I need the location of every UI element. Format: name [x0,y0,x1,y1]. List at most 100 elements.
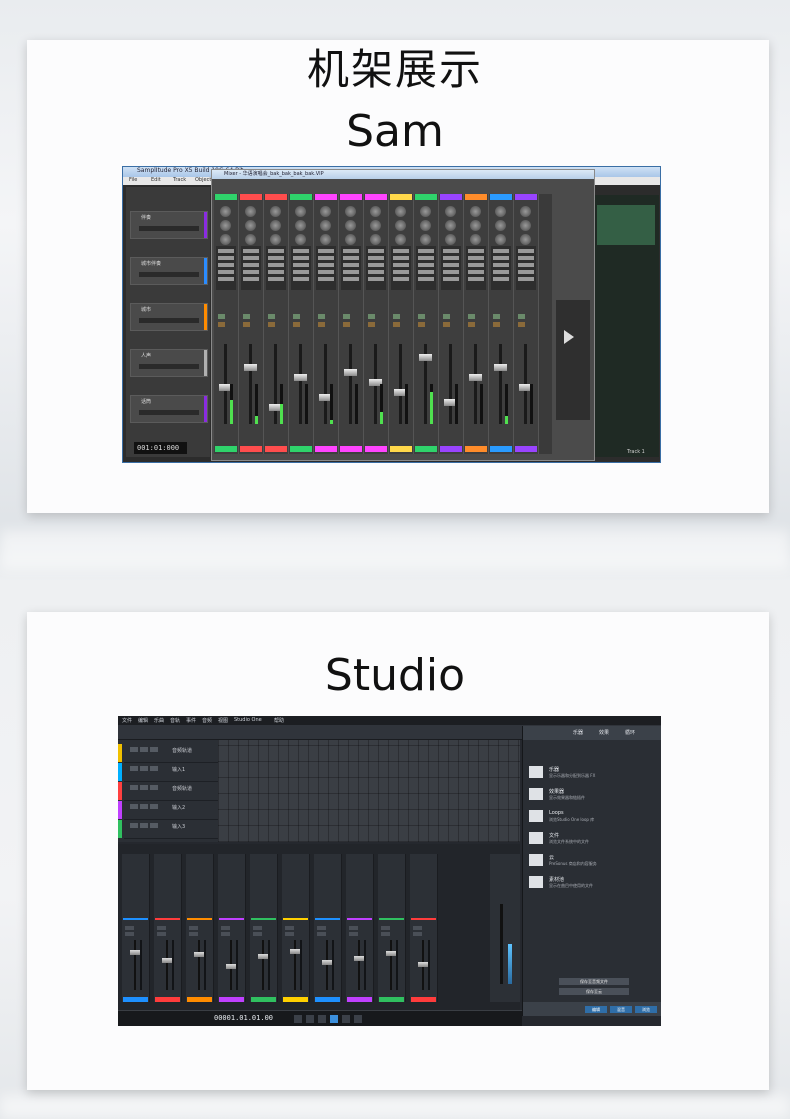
insert-slot[interactable] [468,249,484,253]
insert-button[interactable] [317,926,326,930]
insert-slot[interactable] [393,256,409,260]
sam-track[interactable]: 话筒 [130,395,208,423]
insert-slot[interactable] [443,277,459,281]
track-volume-slider[interactable] [139,410,199,415]
studio-menu-item[interactable]: 音频 [202,717,212,724]
knob-icon[interactable] [370,206,381,217]
insert-slot[interactable] [318,270,334,274]
insert-slots[interactable] [441,246,461,290]
knob-icon[interactable] [420,206,431,217]
track-button[interactable] [130,804,138,809]
insert-slots[interactable] [366,246,386,290]
stop-icon[interactable] [318,1015,326,1023]
fader-cap[interactable] [418,962,428,967]
fader-cap[interactable] [258,954,268,959]
knob-icon[interactable] [220,206,231,217]
insert-slot[interactable] [368,249,384,253]
solo-button[interactable] [518,322,525,327]
knob-icon[interactable] [470,206,481,217]
rewind-icon[interactable] [294,1015,302,1023]
studio-menu-item[interactable]: 视图 [218,717,228,724]
insert-button[interactable] [253,926,262,930]
browser-item[interactable]: 素材池 显示在曲目中使用的文件 [529,874,657,894]
mute-button[interactable] [518,314,525,319]
insert-slots[interactable] [466,246,486,290]
insert-slot[interactable] [318,277,334,281]
mute-button[interactable] [468,314,475,319]
insert-slot[interactable] [218,249,234,253]
knob-icon[interactable] [470,220,481,231]
solo-button[interactable] [293,322,300,327]
channel-fader[interactable] [134,940,136,990]
channel-fader[interactable] [474,344,477,424]
channel-fader[interactable] [499,344,502,424]
channel-header[interactable] [390,194,412,200]
sam-menu-item[interactable]: File [129,177,137,183]
send-button[interactable] [381,932,390,936]
send-button[interactable] [317,932,326,936]
studio-menu-item[interactable]: 乐曲 [154,717,164,724]
insert-slot[interactable] [343,270,359,274]
insert-slot[interactable] [268,277,284,281]
insert-slot[interactable] [468,277,484,281]
knob-icon[interactable] [370,234,381,245]
track-button[interactable] [140,747,148,752]
insert-slot[interactable] [343,256,359,260]
send-button[interactable] [189,932,198,936]
insert-slot[interactable] [268,263,284,267]
insert-slot[interactable] [318,256,334,260]
mute-button[interactable] [318,314,325,319]
insert-slot[interactable] [343,263,359,267]
knob-icon[interactable] [245,206,256,217]
mute-button[interactable] [243,314,250,319]
knob-icon[interactable] [470,234,481,245]
knob-icon[interactable] [445,206,456,217]
insert-slot[interactable] [293,256,309,260]
fader-cap[interactable] [162,958,172,963]
track-button[interactable] [150,747,158,752]
browser-save-audio-button[interactable]: 保存至音频文件 [559,978,629,985]
insert-slot[interactable] [418,277,434,281]
browser-tab[interactable]: 乐器 [573,729,583,736]
insert-slot[interactable] [343,277,359,281]
fader-cap[interactable] [244,364,257,371]
insert-slot[interactable] [493,263,509,267]
track-volume-slider[interactable] [139,272,199,277]
solo-button[interactable] [393,322,400,327]
browser-save-cloud-button[interactable]: 保存至云 [559,988,629,995]
sam-track[interactable]: 伴奏 [130,211,208,239]
insert-slot[interactable] [293,263,309,267]
send-button[interactable] [285,932,294,936]
solo-button[interactable] [218,322,225,327]
insert-slot[interactable] [293,277,309,281]
fader-cap[interactable] [290,949,300,954]
solo-button[interactable] [418,322,425,327]
insert-slot[interactable] [318,263,334,267]
fader-cap[interactable] [130,950,140,955]
insert-slot[interactable] [343,249,359,253]
insert-button[interactable] [285,926,294,930]
insert-slots[interactable] [516,246,536,290]
insert-slots[interactable] [241,246,261,290]
channel-fader[interactable] [390,940,392,990]
insert-slot[interactable] [218,270,234,274]
knob-icon[interactable] [370,220,381,231]
insert-slot[interactable] [268,249,284,253]
insert-slot[interactable] [468,270,484,274]
insert-slots[interactable] [341,246,361,290]
knob-icon[interactable] [295,234,306,245]
insert-slots[interactable] [391,246,411,290]
insert-slot[interactable] [493,249,509,253]
knob-icon[interactable] [420,220,431,231]
insert-slot[interactable] [268,256,284,260]
fader-cap[interactable] [494,364,507,371]
main-fader[interactable] [500,904,503,984]
knob-icon[interactable] [445,234,456,245]
insert-button[interactable] [125,926,134,930]
insert-slot[interactable] [318,249,334,253]
track-button[interactable] [140,823,148,828]
track-button[interactable] [140,766,148,771]
insert-slot[interactable] [518,256,534,260]
studio-track[interactable]: 输入3 [118,820,218,839]
channel-header[interactable] [515,194,537,200]
